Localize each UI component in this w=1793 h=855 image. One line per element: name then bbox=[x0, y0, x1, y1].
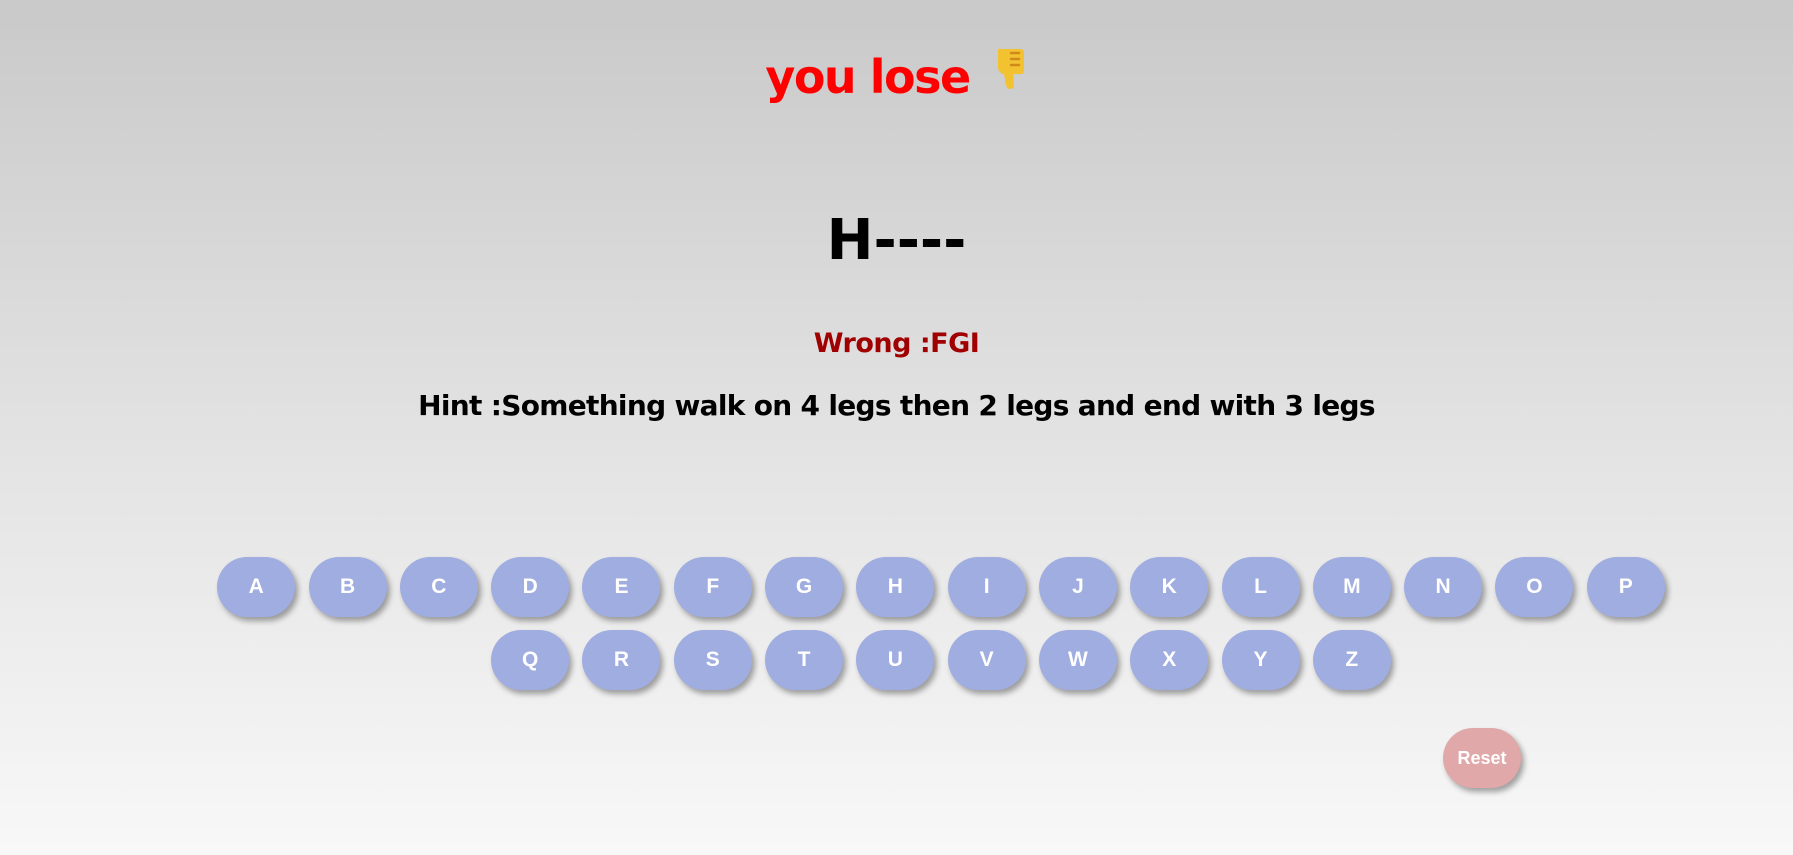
letter-key-a[interactable]: A bbox=[217, 557, 296, 617]
letter-key-l[interactable]: L bbox=[1221, 557, 1300, 617]
letter-key-n[interactable]: N bbox=[1404, 557, 1483, 617]
letter-key-f[interactable]: F bbox=[673, 557, 752, 617]
letter-key-v[interactable]: V bbox=[947, 630, 1026, 690]
letter-key-q[interactable]: Q bbox=[491, 630, 570, 690]
letter-key-z[interactable]: Z bbox=[1312, 630, 1391, 690]
hint-label: Hint : bbox=[418, 389, 502, 422]
letter-key-k[interactable]: K bbox=[1130, 557, 1209, 617]
wrong-guesses: Wrong :FGI bbox=[0, 328, 1793, 359]
letter-key-b[interactable]: B bbox=[308, 557, 387, 617]
keyboard-row-1: ABCDEFGHIJKLMNOP bbox=[210, 557, 1672, 617]
letter-key-j[interactable]: J bbox=[1038, 557, 1117, 617]
hidden-word: H---- bbox=[826, 208, 967, 273]
letter-key-u[interactable]: U bbox=[856, 630, 935, 690]
status-text: you lose bbox=[765, 50, 971, 104]
letter-key-i[interactable]: I bbox=[947, 557, 1026, 617]
wrong-label: Wrong : bbox=[813, 328, 931, 359]
letter-key-m[interactable]: M bbox=[1312, 557, 1391, 617]
letter-key-r[interactable]: R bbox=[582, 630, 661, 690]
letter-key-p[interactable]: P bbox=[1586, 557, 1665, 617]
letter-key-x[interactable]: X bbox=[1130, 630, 1209, 690]
reset-button[interactable]: Reset bbox=[1443, 728, 1521, 788]
letter-key-h[interactable]: H bbox=[856, 557, 935, 617]
letter-key-s[interactable]: S bbox=[673, 630, 752, 690]
letter-key-w[interactable]: W bbox=[1038, 630, 1117, 690]
letter-key-y[interactable]: Y bbox=[1221, 630, 1300, 690]
letter-key-d[interactable]: D bbox=[491, 557, 570, 617]
hint-text: Something walk on 4 legs then 2 legs and… bbox=[501, 389, 1375, 422]
letter-key-c[interactable]: C bbox=[399, 557, 478, 617]
letter-key-t[interactable]: T bbox=[765, 630, 844, 690]
game-status: you lose bbox=[0, 47, 1793, 108]
letter-keyboard: ABCDEFGHIJKLMNOP QRSTUVWXYZ bbox=[210, 557, 1672, 703]
wrong-letters: FGI bbox=[930, 328, 980, 359]
letter-key-o[interactable]: O bbox=[1495, 557, 1574, 617]
keyboard-row-2: QRSTUVWXYZ bbox=[210, 630, 1672, 690]
letter-key-e[interactable]: E bbox=[582, 557, 661, 617]
letter-key-g[interactable]: G bbox=[765, 557, 844, 617]
thumbs-down-icon bbox=[992, 47, 1028, 102]
hint: Hint :Something walk on 4 legs then 2 le… bbox=[0, 389, 1793, 422]
